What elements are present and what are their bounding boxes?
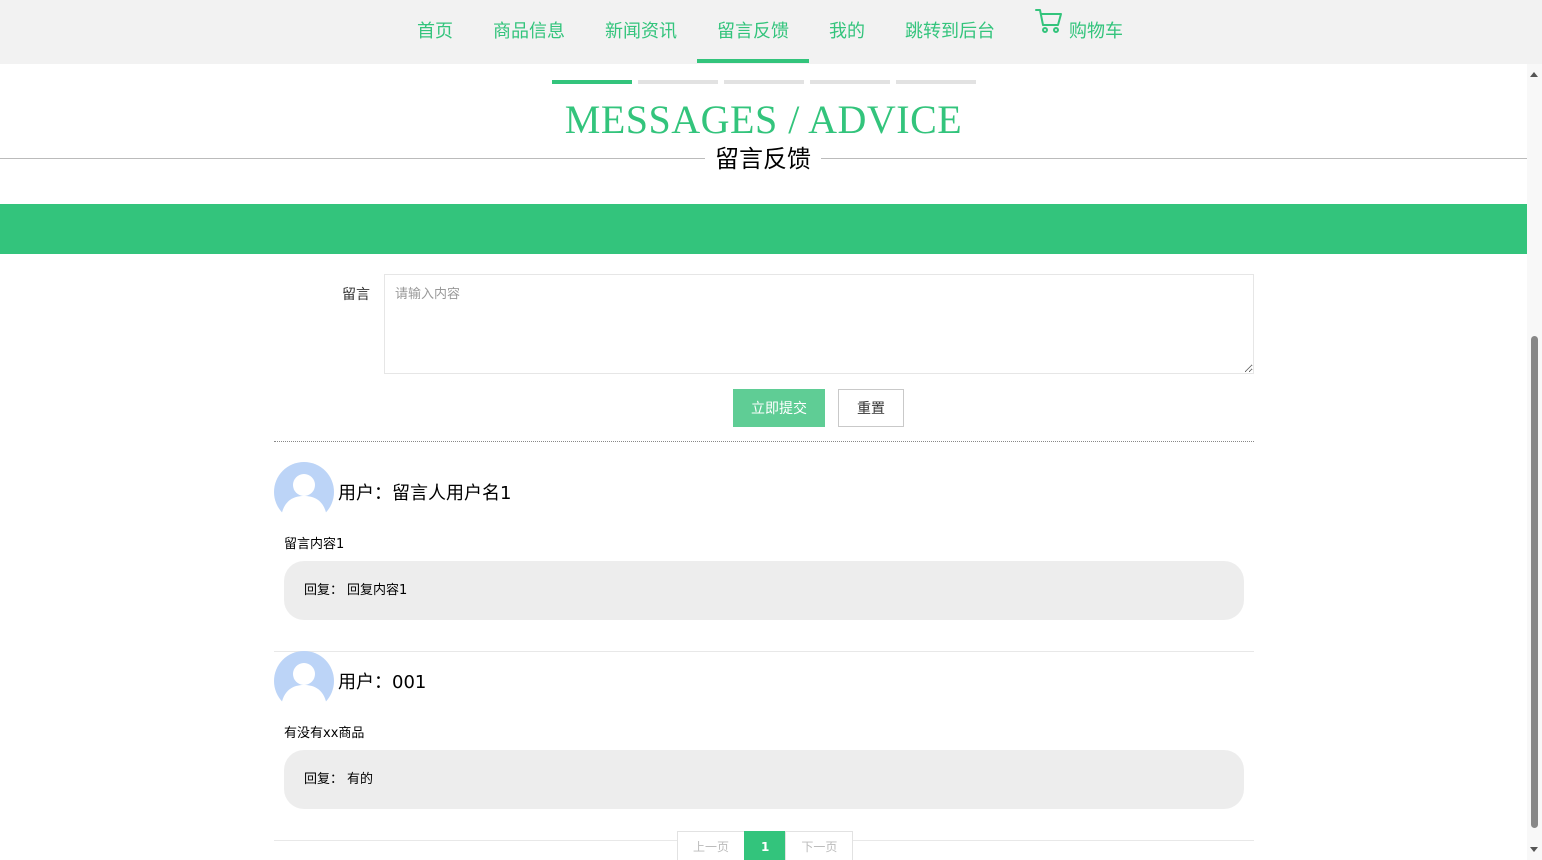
message-user: 用户：留言人用户名1	[338, 479, 511, 505]
nav-label: 商品信息	[493, 21, 565, 42]
message-content: 留言内容1	[284, 537, 345, 552]
nav-item-cart[interactable]: 购物车	[1015, 0, 1143, 64]
message-item: 用户：留言人用户名1 留言内容1 回复： 回复内容1	[274, 462, 1254, 652]
message-item: 用户：001 有没有xx商品 回复： 有的	[274, 651, 1254, 841]
user-prefix: 用户：	[338, 672, 392, 693]
nav-label: 购物车	[1069, 21, 1123, 42]
scroll-up-arrow-icon[interactable]	[1530, 72, 1538, 77]
indicator-bar	[896, 80, 976, 84]
top-nav: 首页 商品信息 新闻资讯 留言反馈 我的 跳转到后台 购物车	[0, 0, 1542, 64]
nav-label: 新闻资讯	[605, 21, 677, 42]
user-name: 001	[392, 672, 427, 693]
prev-page-button[interactable]: 上一页	[677, 831, 746, 860]
indicator-bar	[638, 80, 718, 84]
page-title-cn: 留言反馈	[705, 144, 821, 174]
submit-button[interactable]: 立即提交	[733, 389, 825, 427]
scrollbar-thumb[interactable]	[1531, 336, 1538, 828]
nav-item-home[interactable]: 首页	[397, 0, 473, 64]
message-user: 用户：001	[338, 668, 426, 694]
message-content: 有没有xx商品	[284, 726, 365, 741]
reset-button[interactable]: 重置	[838, 389, 904, 427]
nav-label: 首页	[417, 21, 453, 42]
scroll-down-arrow-icon[interactable]	[1530, 847, 1538, 852]
nav-item-news[interactable]: 新闻资讯	[585, 0, 697, 64]
avatar	[274, 651, 334, 707]
form-divider	[274, 441, 1254, 442]
user-prefix: 用户：	[338, 483, 392, 504]
indicator-bar-active	[552, 80, 632, 84]
avatar	[274, 462, 334, 518]
nav-item-products[interactable]: 商品信息	[473, 0, 585, 64]
cart-icon	[1035, 0, 1063, 61]
reply-prefix: 回复：	[304, 772, 344, 787]
nav-list: 首页 商品信息 新闻资讯 留言反馈 我的 跳转到后台 购物车	[397, 0, 1143, 64]
reply-box: 回复： 回复内容1	[284, 561, 1244, 620]
message-label: 留言	[342, 287, 370, 303]
next-page-button[interactable]: 下一页	[785, 831, 854, 860]
nav-item-mine[interactable]: 我的	[809, 0, 885, 64]
nav-label: 我的	[829, 21, 865, 42]
section-indicator	[552, 80, 982, 84]
nav-label: 跳转到后台	[905, 21, 995, 42]
reply-content: 有的	[347, 772, 374, 787]
nav-item-admin[interactable]: 跳转到后台	[885, 0, 1015, 64]
user-name: 留言人用户名1	[392, 483, 512, 504]
message-input[interactable]	[384, 274, 1254, 374]
nav-label: 留言反馈	[717, 21, 789, 42]
nav-item-messages[interactable]: 留言反馈	[697, 0, 809, 64]
page-title-en: MESSAGES / ADVICE	[564, 97, 963, 142]
indicator-bar	[810, 80, 890, 84]
vertical-scrollbar[interactable]	[1527, 64, 1542, 860]
current-page[interactable]: 1	[744, 831, 787, 860]
reply-box: 回复： 有的	[284, 750, 1244, 809]
pagination: 上一页 1 下一页	[677, 831, 854, 860]
reply-prefix: 回复：	[304, 583, 344, 598]
main-content: MESSAGES / ADVICE 留言反馈 留言 立即提交 重置 用户：留言人…	[0, 64, 1527, 860]
green-banner	[0, 204, 1527, 254]
indicator-bar	[724, 80, 804, 84]
reply-content: 回复内容1	[347, 583, 408, 598]
